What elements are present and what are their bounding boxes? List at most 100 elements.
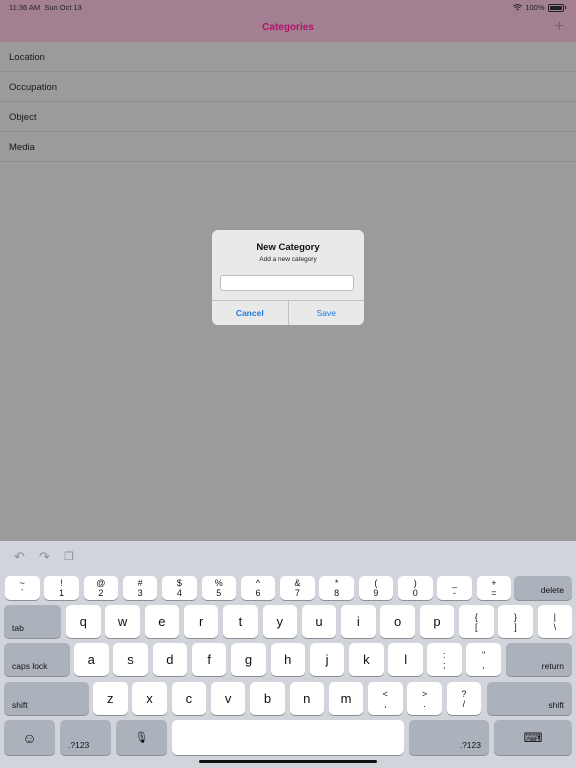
key-1[interactable]: ! 1	[44, 576, 79, 600]
key-h[interactable]: h	[270, 643, 305, 676]
key-g[interactable]: g	[231, 643, 266, 676]
key-r[interactable]: r	[183, 605, 219, 638]
key-l[interactable]: l	[388, 643, 423, 676]
key-e[interactable]: e	[144, 605, 180, 638]
key--[interactable]: _ -	[437, 576, 472, 600]
key-q[interactable]: q	[66, 605, 101, 638]
key-label: s	[127, 652, 134, 667]
key-label: u	[315, 614, 323, 629]
status-date: Sun Oct 13	[44, 3, 82, 12]
key-4[interactable]: $4	[162, 576, 197, 600]
key-w[interactable]: w	[105, 605, 140, 638]
key-a[interactable]: a	[74, 643, 109, 676]
key-k[interactable]: k	[349, 643, 384, 676]
undo-icon[interactable]: ↶	[14, 549, 25, 565]
key-n[interactable]: n	[289, 682, 324, 715]
shift-key-left[interactable]: shift	[4, 682, 89, 715]
key-2[interactable]: @2	[83, 576, 119, 600]
key-label-main: 5	[216, 588, 222, 598]
caps-lock-key[interactable]: caps lock	[4, 643, 70, 676]
key-label-main: =	[491, 588, 497, 598]
key-u[interactable]: u	[301, 605, 337, 638]
key-f[interactable]: f	[191, 643, 227, 676]
key-i[interactable]: i	[341, 605, 376, 638]
key-label: % 5	[215, 578, 223, 598]
key-j[interactable]: j	[309, 643, 345, 676]
key-label: ! 1	[59, 578, 64, 598]
category-name-input[interactable]	[220, 275, 354, 291]
key-d[interactable]: d	[152, 643, 188, 676]
key-=[interactable]: + =	[476, 576, 512, 600]
key-9[interactable]: (9	[358, 576, 394, 600]
key-s[interactable]: s	[113, 643, 148, 676]
key-5[interactable]: % 5	[201, 576, 236, 600]
keyboard-dismiss-icon: ⌨	[523, 729, 543, 745]
key-symbol[interactable]: }]	[498, 605, 533, 638]
key-symbol[interactable]: ",	[466, 643, 501, 676]
key-o[interactable]: o	[380, 605, 415, 638]
key-label-shift: :	[442, 649, 446, 660]
plus-icon[interactable]: +	[555, 17, 564, 37]
key-label: g	[244, 652, 253, 667]
key-c[interactable]: c	[171, 682, 207, 715]
key-0[interactable]: ) 0	[398, 576, 433, 600]
delete-key-label: delete	[540, 585, 564, 595]
tab-key[interactable]: tab	[4, 605, 61, 638]
shift-key-right[interactable]: shift	[487, 682, 572, 715]
return-key[interactable]: return	[506, 643, 572, 676]
key-label: i	[356, 614, 360, 629]
key-symbol[interactable]: >.	[407, 682, 442, 715]
key-label: w	[117, 614, 128, 629]
cancel-button[interactable]: Cancel	[212, 301, 289, 325]
list-item[interactable]: Location	[0, 42, 576, 72]
key-symbol[interactable]: :;	[427, 643, 462, 676]
key-v[interactable]: v	[210, 682, 246, 715]
key-symbol[interactable]: {[	[459, 605, 494, 638]
key-y[interactable]: y	[262, 605, 297, 638]
dismiss-keyboard-key[interactable]: ⌨	[494, 720, 572, 755]
key-label: h	[284, 652, 292, 667]
key-6[interactable]: ^ 6	[240, 576, 276, 600]
key-z[interactable]: z	[93, 682, 128, 715]
microphone-key[interactable]: 🎙	[116, 720, 167, 755]
key-label: y	[276, 614, 284, 629]
paste-icon[interactable]: ❐	[64, 549, 74, 565]
key-b[interactable]: b	[250, 682, 285, 715]
list-item[interactable]: Occupation	[0, 72, 576, 102]
key-8[interactable]: * 8	[319, 576, 354, 600]
key-label: ~ `	[20, 578, 25, 598]
key-x[interactable]: x	[132, 682, 167, 715]
shift-key-left-label: shift	[12, 700, 28, 710]
key-symbol[interactable]: | \	[537, 605, 573, 638]
category-list: Location Occupation Object Media	[0, 42, 576, 162]
delete-key[interactable]: delete	[514, 576, 572, 600]
key-label: @2	[96, 578, 105, 598]
key-label-main: 9	[373, 588, 379, 598]
key-`[interactable]: ~ `	[5, 576, 40, 600]
emoji-key[interactable]: ☺	[4, 720, 55, 755]
key-m[interactable]: m	[328, 682, 364, 715]
key-label: a	[87, 652, 95, 667]
key-label: k	[363, 652, 370, 667]
numbers-key-right[interactable]: .?123	[409, 720, 489, 755]
save-button[interactable]: Save	[289, 301, 365, 325]
key-symbol[interactable]: <,	[368, 682, 403, 715]
key-symbol[interactable]: ? /	[446, 682, 482, 715]
key-label: #3	[138, 578, 143, 598]
list-item[interactable]: Media	[0, 132, 576, 162]
key-label: + =	[491, 578, 496, 598]
key-label-main: 0	[412, 588, 418, 598]
redo-icon[interactable]: ↷	[39, 549, 50, 565]
key-7[interactable]: & 7	[280, 576, 315, 600]
key-p[interactable]: p	[419, 605, 455, 638]
numbers-key-left[interactable]: .?123	[60, 720, 111, 755]
keyboard: ↶ ↷ ❐ ~ `! 1 @2 #3 $4% 5 ^ 6 & 7 * 8(9) 0 _ - + = delete ta…	[0, 541, 576, 768]
key-label-shift: @	[96, 578, 106, 588]
list-item[interactable]: Object	[0, 102, 576, 132]
battery-icon	[547, 3, 564, 12]
status-time-text: 11:36 AM	[9, 3, 41, 12]
key-3[interactable]: #3	[122, 576, 158, 600]
list-item-label: Occupation	[9, 82, 58, 93]
space-key[interactable]	[172, 720, 404, 755]
key-t[interactable]: t	[223, 605, 258, 638]
